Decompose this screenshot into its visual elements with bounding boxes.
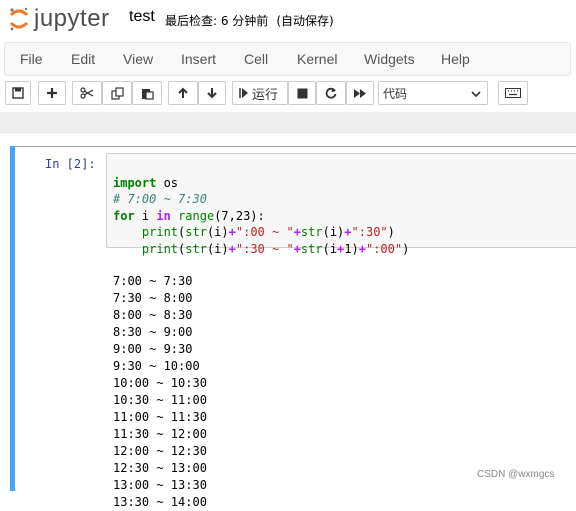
input-prompt: In [2]: [45,157,96,171]
save-button[interactable] [5,81,31,105]
app-name: jupyter [34,5,110,32]
fast-forward-icon [353,88,367,99]
menu-help[interactable]: Help [441,51,470,67]
menu-widgets[interactable]: Widgets [364,51,415,67]
autosave-status: (自动保存) [276,14,334,28]
arrow-up-icon [177,87,189,99]
interrupt-button[interactable] [288,81,316,105]
output-line: 8:30 ~ 9:00 [113,325,193,339]
chevron-down-icon [471,88,481,102]
output-line: 10:30 ~ 11:00 [113,393,207,407]
output-line: 7:00 ~ 7:30 [113,274,193,288]
notebook-top-spacer [0,132,576,146]
save-icon [12,87,24,99]
copy-icon [110,86,124,100]
cell-output: 7:00 ~ 7:30 7:30 ~ 8:00 8:00 ~ 8:30 8:30 ~ … [113,256,207,511]
code-line: import os [113,175,179,190]
cut-icon [80,87,94,99]
watermark: CSDN @wxmgcs [477,469,555,480]
selected-cell-indicator [10,146,15,491]
toolbar: 运行 代码 [0,78,576,110]
checkpoint-status: 最后检查: 6 分钟前 (自动保存) [165,12,334,29]
jupyter-logo-icon [8,6,30,32]
output-line: 10:00 ~ 10:30 [113,376,207,390]
run-all-button[interactable] [346,81,374,105]
output-line: 9:30 ~ 10:00 [113,359,200,373]
code-line: # 7:00 ~ 7:30 [113,192,207,206]
output-line: 11:00 ~ 11:30 [113,410,207,424]
cell-type-select[interactable]: 代码 [378,81,488,105]
menu-view[interactable]: View [123,51,153,67]
output-line: 13:30 ~ 14:00 [113,495,207,509]
output-line: 7:30 ~ 8:00 [113,291,193,305]
code-content[interactable]: import os # 7:00 ~ 7:30 for i in range(7,2… [113,158,409,257]
restart-button[interactable] [316,81,346,105]
code-line: for i in range(7,23): [113,208,265,223]
jupyter-logo[interactable]: jupyter [8,5,110,33]
output-line: 9:00 ~ 9:30 [113,342,193,356]
restart-icon [325,87,337,99]
code-line: print(str(i)+":30 ~ "+str(i+1)+":00") [141,241,410,256]
menu-file[interactable]: File [20,51,43,67]
plus-icon [46,87,58,99]
output-line: 12:00 ~ 12:30 [113,444,207,458]
output-line: 11:30 ~ 12:00 [113,427,207,441]
run-label: 运行 [252,87,279,103]
output-line: 13:00 ~ 13:30 [113,478,207,492]
notebook-title[interactable]: test [129,8,155,26]
code-line: print(str(i)+":00 ~ "+str(i)+":30") [141,225,395,239]
paste-button[interactable] [132,81,162,105]
run-button[interactable]: 运行 [232,81,288,105]
menu-edit[interactable]: Edit [71,51,95,67]
notebook-header: jupyter test 最后检查: 6 分钟前 (自动保存) [0,0,576,38]
menu-bar: File Edit View Insert Cell Kernel Widget… [4,42,571,76]
insert-cell-button[interactable] [38,81,66,105]
output-line: 12:30 ~ 13:00 [113,461,207,475]
paste-icon [141,87,154,100]
stop-icon [297,88,308,99]
menu-cell[interactable]: Cell [244,51,268,67]
copy-button[interactable] [102,81,132,105]
menu-kernel[interactable]: Kernel [297,51,337,67]
move-down-button[interactable] [198,81,226,105]
move-up-button[interactable] [168,81,198,105]
arrow-down-icon [206,87,218,99]
command-palette-button[interactable] [498,81,528,105]
menu-insert[interactable]: Insert [181,51,216,67]
keyboard-icon [505,88,521,98]
checkpoint-text: 最后检查: 6 分钟前 [165,14,269,28]
run-icon [239,87,249,99]
toolbar-separator [0,112,576,132]
cut-button[interactable] [72,81,102,105]
cell-type-value: 代码 [383,86,408,101]
output-line: 8:00 ~ 8:30 [113,308,193,322]
